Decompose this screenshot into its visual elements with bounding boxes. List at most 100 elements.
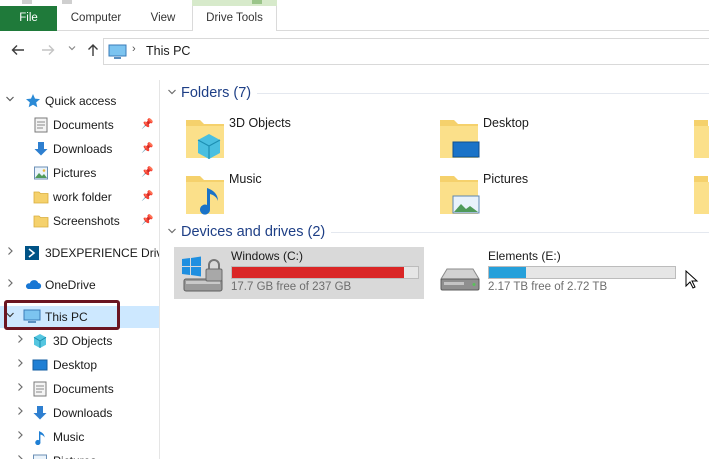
nav-label: 3D Objects (53, 334, 113, 348)
nav-quick-access[interactable]: Quick access (0, 90, 159, 112)
3d-objects-folder-icon (183, 114, 231, 162)
nav-label: Pictures (53, 450, 96, 459)
folder-tile-3d-objects[interactable]: 3D Objects (183, 114, 423, 164)
pin-icon[interactable]: 📌 (141, 186, 153, 208)
folder-icon (33, 189, 49, 205)
nav-item-pictures-pinned[interactable]: Pictures 📌 (0, 162, 159, 184)
nav-label: Downloads (53, 406, 113, 420)
drives-group-label: Devices and drives (2) (181, 224, 326, 240)
drive-usage-bar (488, 266, 676, 279)
breadcrumb-this-pc[interactable]: This PC (146, 44, 190, 58)
navigation-bar: › This PC (0, 32, 709, 72)
folders-group-header[interactable]: Folders (7) (167, 83, 251, 103)
music-icon (32, 429, 48, 446)
nav-item-desktop[interactable]: Desktop (0, 354, 159, 376)
pin-icon[interactable]: 📌 (141, 162, 153, 184)
folder-tile-pictures[interactable]: Pictures (437, 170, 677, 220)
pin-icon[interactable]: 📌 (141, 210, 153, 232)
chevron-right-icon[interactable] (14, 330, 26, 352)
drive-tile-elements-e[interactable]: Elements (E:) 2.17 TB free of 2.72 TB (431, 247, 681, 299)
nav-item-documents-pinned[interactable]: Documents 📌 (0, 114, 159, 136)
nav-item-music[interactable]: Music (0, 426, 159, 448)
downloads-icon (32, 405, 48, 421)
nav-item-pictures[interactable]: Pictures (0, 450, 159, 459)
nav-item-work-folder[interactable]: work folder 📌 (0, 186, 159, 208)
tab-view[interactable]: View (136, 6, 190, 31)
3dexperience-drive-icon (24, 245, 40, 261)
folder-name: Desktop (483, 116, 529, 130)
pin-icon[interactable]: 📌 (141, 114, 153, 136)
drive-free-space: 17.7 GB free of 237 GB (231, 281, 352, 293)
pin-icon[interactable]: 📌 (141, 138, 153, 160)
recent-locations-chevron-icon[interactable] (63, 42, 81, 60)
chevron-right-icon[interactable] (14, 450, 26, 459)
folder-tile-desktop[interactable]: Desktop (437, 114, 677, 164)
nav-label: work folder (53, 190, 112, 204)
chevron-down-icon[interactable] (4, 90, 16, 112)
nav-item-screenshots[interactable]: Screenshots 📌 (0, 210, 159, 232)
breadcrumb-separator-icon[interactable]: › (132, 43, 136, 55)
up-arrow-icon[interactable] (84, 42, 102, 60)
onedrive-cloud-icon (24, 277, 42, 293)
chevron-right-icon[interactable] (14, 426, 26, 448)
tab-drive-tools[interactable]: Drive Tools (192, 6, 277, 31)
qat-icon[interactable] (62, 0, 72, 4)
folder-name: Music (229, 172, 262, 186)
pictures-folder-icon (437, 170, 485, 218)
chevron-right-icon[interactable] (4, 242, 16, 264)
folder-icon (33, 213, 49, 229)
drive-usage-fill (489, 267, 527, 278)
chevron-right-icon[interactable] (14, 378, 26, 400)
group-divider (331, 232, 709, 233)
desktop-icon (32, 357, 48, 373)
desktop-folder-icon (437, 114, 485, 162)
qat-icon[interactable] (22, 0, 32, 4)
drive-name: Elements (E:) (488, 249, 561, 263)
nav-label: Documents (53, 382, 114, 396)
nav-label: OneDrive (45, 278, 96, 292)
nav-label: Quick access (45, 94, 117, 108)
folders-group-label: Folders (7) (181, 85, 252, 101)
nav-onedrive[interactable]: OneDrive (0, 274, 159, 296)
tab-computer[interactable]: Computer (58, 6, 134, 31)
nav-item-documents[interactable]: Documents (0, 378, 159, 400)
drive-tile-windows-c[interactable]: Windows (C:) 17.7 GB free of 237 GB (174, 247, 424, 299)
pictures-icon (33, 165, 49, 181)
drive-free-space: 2.17 TB free of 2.72 TB (488, 281, 608, 293)
pictures-icon (32, 453, 48, 459)
3d-objects-icon (32, 333, 48, 349)
folder-name: 3D Objects (229, 116, 291, 130)
folder-name: Pictures (483, 172, 529, 186)
forward-arrow-icon[interactable] (39, 42, 57, 60)
nav-label: Downloads (53, 142, 113, 156)
chevron-right-icon[interactable] (4, 274, 16, 296)
folder-tile-music[interactable]: Music (183, 170, 423, 220)
back-arrow-icon[interactable] (9, 42, 27, 60)
tab-file[interactable]: File (0, 6, 57, 31)
windows-drive-lock-icon (178, 251, 226, 295)
chevron-down-icon[interactable] (167, 224, 181, 244)
nav-label: Music (53, 430, 85, 444)
folder-tile-partial[interactable] (691, 170, 709, 220)
documents-icon (33, 117, 49, 133)
nav-label: Pictures (53, 166, 97, 180)
chevron-right-icon[interactable] (14, 402, 26, 424)
drive-usage-bar (231, 266, 419, 279)
external-drive-icon (435, 251, 483, 295)
downloads-icon (33, 141, 49, 157)
content-pane: Folders (7) 3D Objects Desktop Music Pic… (161, 80, 709, 459)
nav-item-3d-objects[interactable]: 3D Objects (0, 330, 159, 352)
chevron-down-icon[interactable] (167, 85, 181, 105)
file-explorer-window: File Computer View Drive Tools › This PC (0, 0, 709, 459)
this-pc-icon (108, 44, 128, 63)
nav-item-downloads-pinned[interactable]: Downloads 📌 (0, 138, 159, 160)
address-bar[interactable]: › This PC (103, 38, 709, 65)
drive-name: Windows (C:) (231, 249, 304, 263)
folder-icon (691, 170, 709, 218)
chevron-right-icon[interactable] (14, 354, 26, 376)
nav-3dexperience-drive[interactable]: 3DEXPERIENCE Drive (0, 242, 159, 264)
group-divider (257, 93, 709, 94)
nav-item-downloads[interactable]: Downloads (0, 402, 159, 424)
drives-group-header[interactable]: Devices and drives (2) (167, 222, 325, 242)
folder-tile-partial[interactable] (691, 114, 709, 164)
